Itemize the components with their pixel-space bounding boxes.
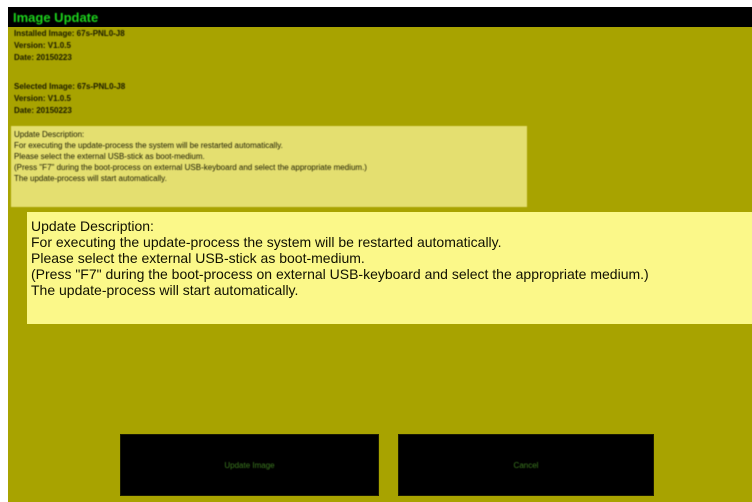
window-title: Image Update	[13, 10, 99, 25]
selected-image-name: Selected Image: 67s-PNL0-J8	[14, 82, 126, 91]
description-line: For executing the update-process the sys…	[14, 141, 283, 150]
installed-image-date: Date: 20150223	[14, 53, 72, 62]
installed-image-info: Installed Image: 67s-PNL0-J8 Version: V1…	[14, 28, 125, 64]
cancel-button[interactable]: Cancel	[398, 434, 654, 496]
update-description-panel-small: Update Description: For executing the up…	[11, 126, 527, 207]
title-bar: Image Update	[8, 7, 752, 27]
selected-image-version: Version: V1.0.5	[14, 94, 71, 103]
description-line: (Press "F7" during the boot-process on e…	[31, 266, 649, 282]
description-line: For executing the update-process the sys…	[31, 234, 502, 250]
description-line: Please select the external USB-stick as …	[14, 152, 205, 161]
selected-image-date: Date: 20150223	[14, 106, 72, 115]
description-heading: Update Description:	[14, 130, 85, 139]
installed-image-name: Installed Image: 67s-PNL0-J8	[14, 29, 125, 38]
cancel-button-label: Cancel	[513, 460, 539, 470]
image-update-screen: Image Update Installed Image: 67s-PNL0-J…	[8, 7, 752, 502]
installed-image-version: Version: V1.0.5	[14, 41, 71, 50]
update-description-panel: Update Description: For executing the up…	[27, 212, 752, 324]
update-image-button[interactable]: Update Image	[120, 434, 379, 496]
description-heading: Update Description:	[31, 218, 154, 234]
update-image-button-label: Update Image	[224, 460, 275, 470]
description-line: Please select the external USB-stick as …	[31, 250, 365, 266]
selected-image-info: Selected Image: 67s-PNL0-J8 Version: V1.…	[14, 81, 125, 117]
description-line: (Press "F7" during the boot-process on e…	[14, 163, 367, 172]
description-line: The update-process will start automatica…	[14, 174, 167, 183]
description-line: The update-process will start automatica…	[31, 282, 299, 298]
